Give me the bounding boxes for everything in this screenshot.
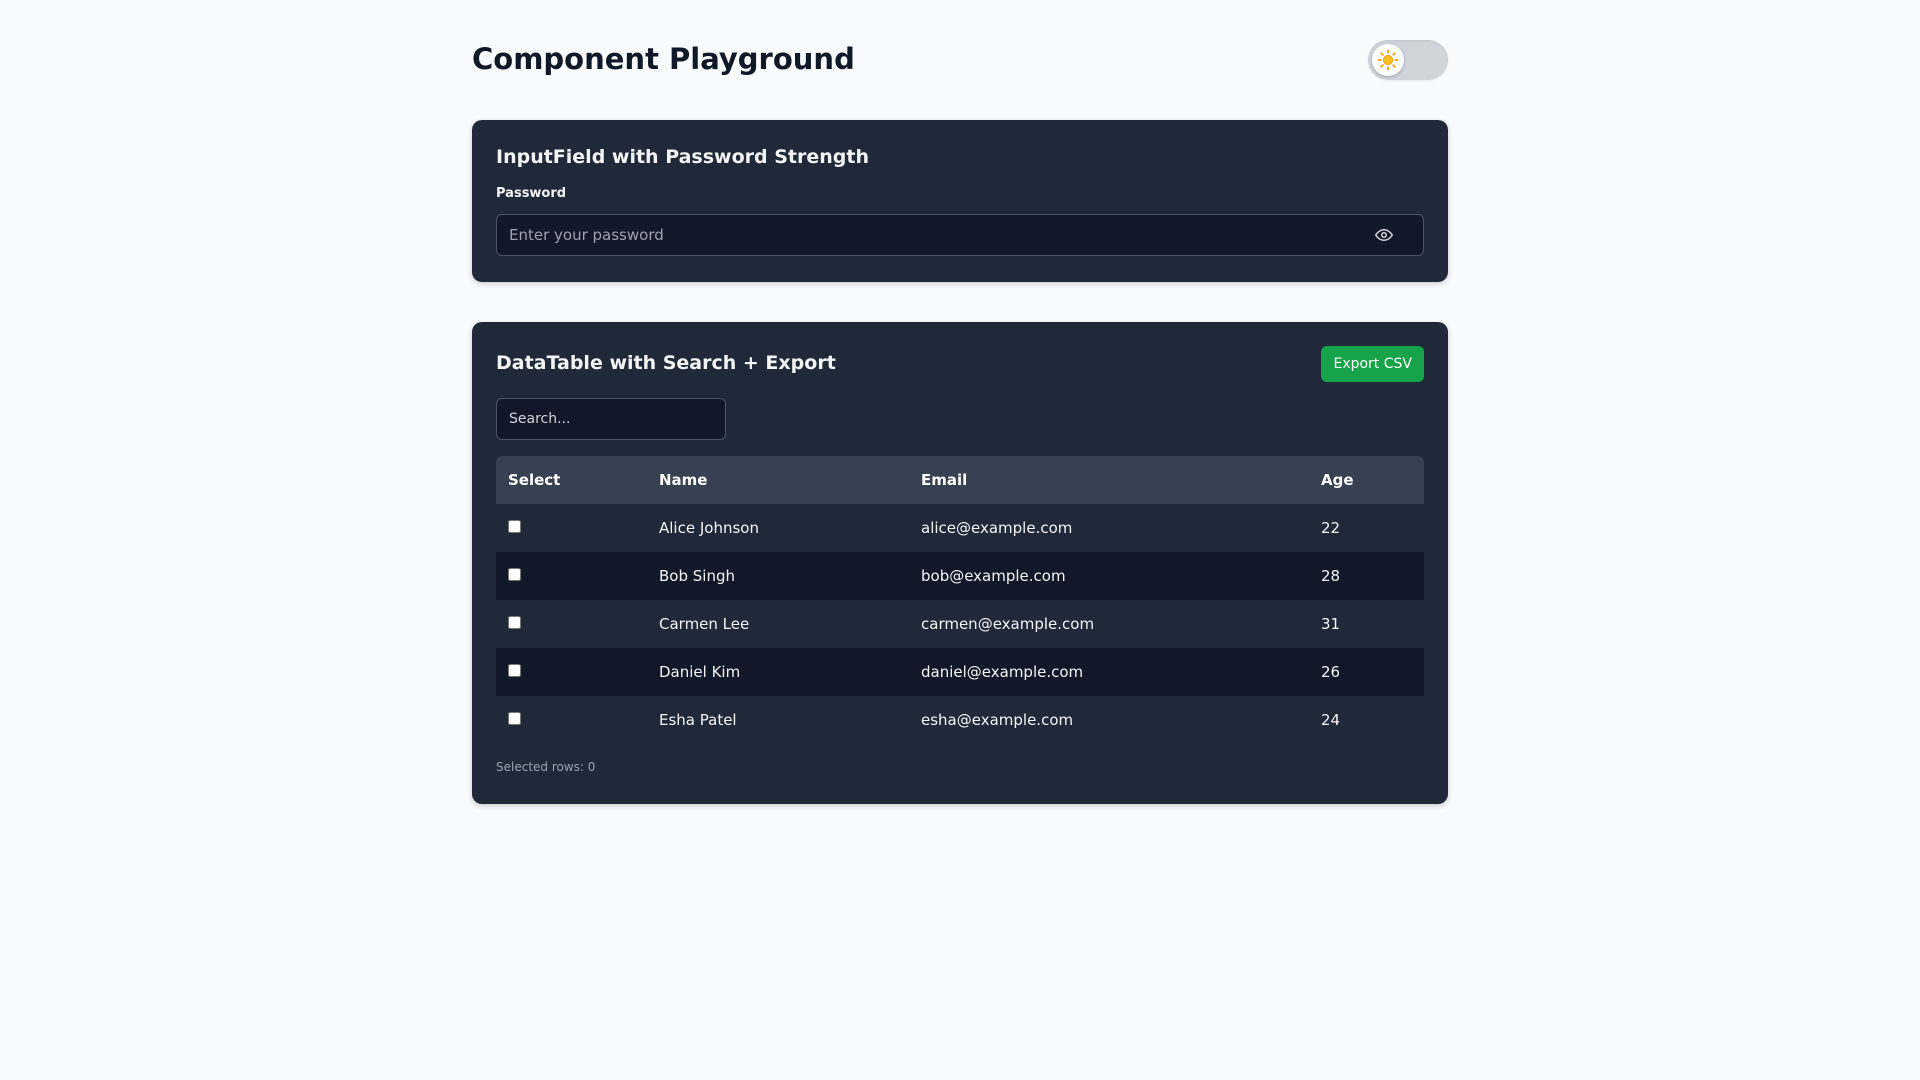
table-row: Alice Johnson alice@example.com 22: [496, 504, 1424, 552]
name-cell: Carmen Lee: [647, 600, 909, 648]
table-row: Daniel Kim daniel@example.com 26: [496, 648, 1424, 696]
row-checkbox[interactable]: [508, 664, 521, 677]
age-cell: 26: [1309, 648, 1424, 696]
age-cell: 22: [1309, 504, 1424, 552]
email-cell: daniel@example.com: [909, 648, 1309, 696]
email-cell: alice@example.com: [909, 504, 1309, 552]
select-cell: [496, 600, 647, 648]
name-cell: Alice Johnson: [647, 504, 909, 552]
search-input[interactable]: [496, 398, 726, 440]
page: Component Playground InputField with Pas…: [472, 0, 1448, 804]
email-cell: carmen@example.com: [909, 600, 1309, 648]
datatable-card: DataTable with Search + Export Export CS…: [472, 322, 1448, 804]
name-cell: Bob Singh: [647, 552, 909, 600]
name-cell: Esha Patel: [647, 696, 909, 744]
select-cell: [496, 648, 647, 696]
table-header-row: Select Name Email Age: [496, 456, 1424, 504]
column-header-age[interactable]: Age: [1309, 456, 1424, 504]
password-field-wrapper: [496, 214, 1424, 256]
data-table: Select Name Email Age Alice Johnson alic…: [496, 456, 1424, 744]
datatable-card-title: DataTable with Search + Export: [496, 352, 836, 374]
table-row: Bob Singh bob@example.com 28: [496, 552, 1424, 600]
row-checkbox[interactable]: [508, 712, 521, 725]
column-header-select: Select: [496, 456, 647, 504]
page-title: Component Playground: [472, 42, 855, 76]
row-checkbox[interactable]: [508, 568, 521, 581]
table-row: Esha Patel esha@example.com 24: [496, 696, 1424, 744]
select-cell: [496, 696, 647, 744]
column-header-name[interactable]: Name: [647, 456, 909, 504]
password-card-title: InputField with Password Strength: [496, 146, 870, 168]
age-cell: 24: [1309, 696, 1424, 744]
column-header-email[interactable]: Email: [909, 456, 1309, 504]
email-cell: esha@example.com: [909, 696, 1309, 744]
table-row: Carmen Lee carmen@example.com 31: [496, 600, 1424, 648]
export-csv-button[interactable]: Export CSV: [1321, 346, 1424, 382]
theme-toggle[interactable]: [1368, 40, 1448, 80]
select-cell: [496, 504, 647, 552]
row-checkbox[interactable]: [508, 520, 521, 533]
age-cell: 28: [1309, 552, 1424, 600]
email-cell: bob@example.com: [909, 552, 1309, 600]
row-checkbox[interactable]: [508, 616, 521, 629]
password-label: Password: [496, 186, 567, 201]
page-header: Component Playground: [472, 0, 1448, 120]
sun-icon: [1377, 49, 1399, 71]
selected-rows-count: Selected rows: 0: [496, 760, 596, 774]
name-cell: Daniel Kim: [647, 648, 909, 696]
eye-icon[interactable]: [1375, 226, 1393, 244]
password-card: InputField with Password Strength Passwo…: [472, 120, 1448, 282]
age-cell: 31: [1309, 600, 1424, 648]
password-input[interactable]: [497, 215, 1357, 255]
select-cell: [496, 552, 647, 600]
toggle-knob: [1372, 44, 1404, 76]
